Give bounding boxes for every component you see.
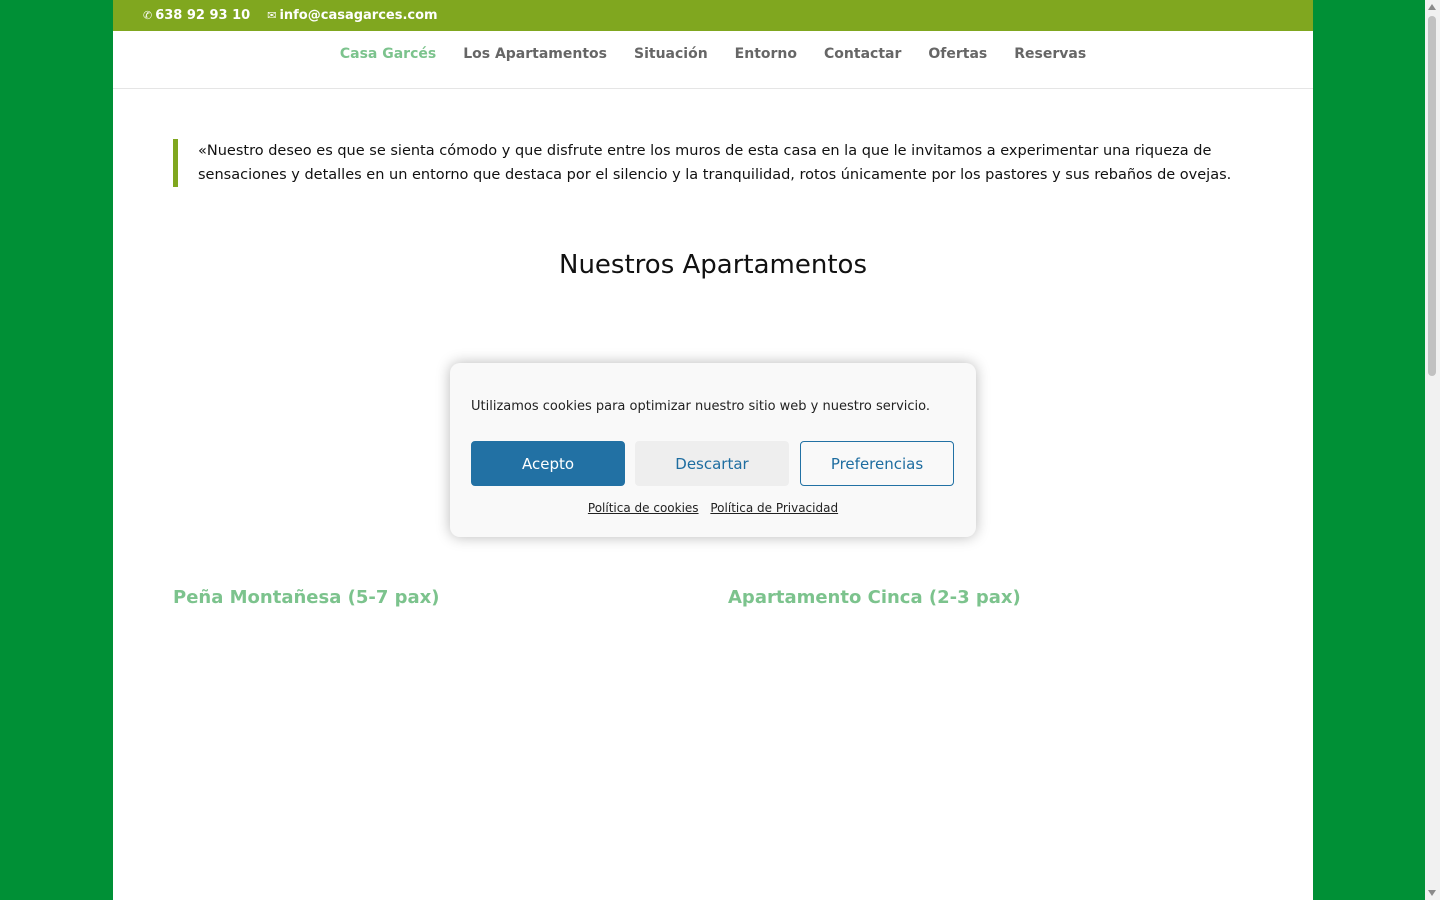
- section-title: Nuestros Apartamentos: [559, 250, 867, 280]
- top-bar: ✆ 638 92 93 10 ✉ info@casagarces.com: [113, 0, 1313, 31]
- cookie-policy-link[interactable]: Política de cookies: [588, 501, 699, 515]
- phone-contact[interactable]: ✆ 638 92 93 10: [143, 8, 250, 23]
- cookie-consent-banner: Utilizamos cookies para optimizar nuestr…: [450, 363, 976, 537]
- phone-icon: ✆: [143, 9, 153, 22]
- envelope-icon: ✉: [267, 9, 277, 22]
- apartment-title-pena-montanesa[interactable]: Peña Montañesa (5-7 pax): [173, 587, 440, 608]
- intro-quote: «Nuestro deseo es que se sienta cómodo y…: [173, 139, 1238, 187]
- accept-button[interactable]: Acepto: [471, 441, 625, 486]
- scroll-down-arrow-icon[interactable]: [1428, 890, 1436, 896]
- cookie-links: Política de cookies Política de Privacid…: [450, 501, 976, 515]
- privacy-policy-link[interactable]: Política de Privacidad: [710, 501, 838, 515]
- phone-number[interactable]: 638 92 93 10: [155, 8, 250, 23]
- nav-item-contactar[interactable]: Contactar: [824, 46, 901, 62]
- nav-item-entorno[interactable]: Entorno: [735, 46, 797, 62]
- dismiss-button[interactable]: Descartar: [635, 441, 789, 486]
- vertical-scrollbar[interactable]: [1425, 0, 1440, 900]
- email-contact[interactable]: ✉ info@casagarces.com: [267, 8, 437, 23]
- nav-item-casa-garces[interactable]: Casa Garcés: [340, 46, 436, 62]
- nav-item-ofertas[interactable]: Ofertas: [928, 46, 987, 62]
- cookie-message: Utilizamos cookies para optimizar nuestr…: [471, 399, 931, 414]
- nav-item-reservas[interactable]: Reservas: [1014, 46, 1086, 62]
- main-navigation: Casa Garcés Los Apartamentos Situación E…: [113, 31, 1313, 89]
- scrollbar-thumb[interactable]: [1428, 16, 1436, 376]
- preferences-button[interactable]: Preferencias: [800, 441, 954, 486]
- scroll-up-arrow-icon[interactable]: [1428, 4, 1436, 10]
- apartment-title-cinca[interactable]: Apartamento Cinca (2-3 pax): [728, 587, 1021, 608]
- nav-item-situacion[interactable]: Situación: [634, 46, 708, 62]
- email-address[interactable]: info@casagarces.com: [279, 8, 437, 23]
- nav-item-los-apartamentos[interactable]: Los Apartamentos: [463, 46, 607, 62]
